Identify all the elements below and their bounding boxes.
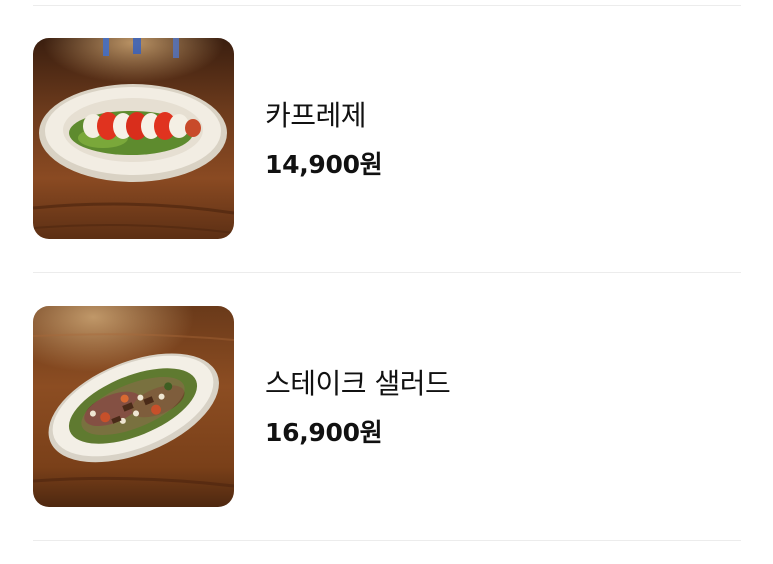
menu-item-steak-salad[interactable]: 스테이크 샐러드 16,900원 bbox=[33, 306, 741, 507]
steak-salad-photo bbox=[33, 306, 234, 507]
item-divider bbox=[33, 272, 741, 273]
top-divider bbox=[33, 5, 741, 6]
caprese-photo bbox=[33, 38, 234, 239]
menu-item-name: 카프레제 bbox=[265, 98, 367, 132]
menu-item-price: 16,900원 bbox=[265, 417, 383, 447]
menu-item-info: 카프레제 14,900원 bbox=[265, 38, 383, 239]
menu-item-price: 14,900원 bbox=[265, 149, 383, 179]
bottom-divider bbox=[33, 540, 741, 541]
menu-item-info: 스테이크 샐러드 16,900원 bbox=[265, 306, 451, 507]
menu-item-name: 스테이크 샐러드 bbox=[265, 366, 451, 400]
menu-item-caprese[interactable]: 카프레제 14,900원 bbox=[33, 38, 741, 239]
